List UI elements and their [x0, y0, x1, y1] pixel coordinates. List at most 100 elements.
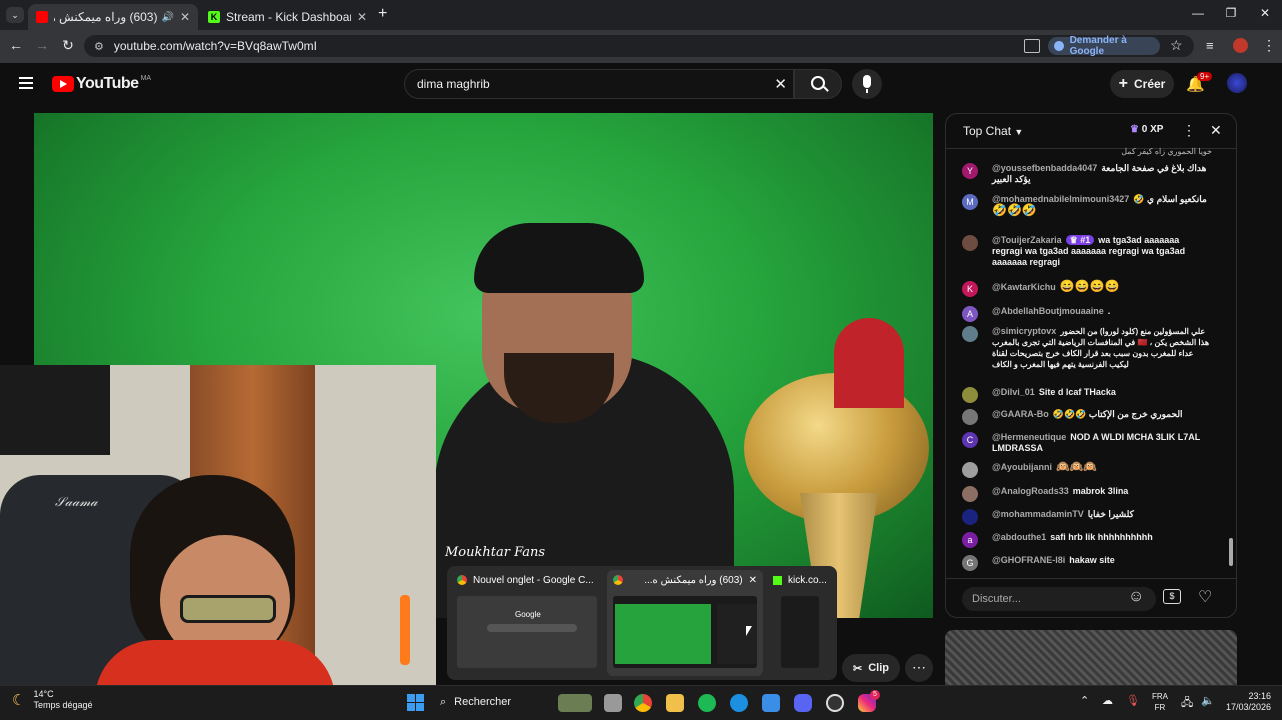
profile-avatar[interactable] [1233, 38, 1248, 53]
chat-scrollbar[interactable] [1229, 150, 1233, 574]
chat-author[interactable]: @Ayoubijanni [992, 462, 1052, 472]
language-code: FRA [1152, 692, 1168, 701]
language-indicator[interactable]: FRA FR [1152, 691, 1168, 713]
preview-title: Nouvel onglet - Google C... [473, 574, 594, 586]
ask-google-button[interactable]: Demander à Google [1048, 35, 1160, 57]
chat-mode-dropdown[interactable]: Top Chat ▼ [963, 124, 1023, 138]
network-icon[interactable]: 🖧 [1181, 694, 1193, 713]
account-avatar[interactable] [1227, 73, 1247, 93]
close-chat-icon[interactable]: ✕ [1210, 122, 1222, 139]
scissors-icon: ✂ [853, 662, 863, 675]
chat-input[interactable]: Discuter... [962, 587, 1156, 611]
cast-icon[interactable] [1024, 39, 1040, 53]
weather-widget[interactable]: ☾ 14°C Temps dégagé [12, 689, 93, 711]
notifications-button[interactable]: 🔔 9+ [1186, 72, 1213, 94]
new-tab-button[interactable]: + [378, 5, 394, 23]
next-panel [945, 630, 1237, 685]
start-button[interactable] [407, 694, 424, 711]
avatar: a [962, 532, 978, 548]
taskbar-search[interactable]: ⌕ Rechercher [434, 691, 554, 713]
bookmark-star-icon[interactable]: ☆ [1170, 37, 1183, 54]
chat-message: A @AbdellahBoutjmouaaine. [962, 306, 1212, 322]
preview-youtube[interactable]: (603) وراه ميمكنش ه... ✕ [607, 570, 763, 676]
emoji-icon[interactable]: ☺ [1128, 588, 1144, 606]
voice-search-button[interactable] [852, 69, 882, 99]
obs-icon[interactable] [826, 694, 844, 712]
live-chat-panel: Top Chat ▼ ♛ 0 XP ⋮ ✕ خويا الحموري زاه ك… [945, 113, 1237, 618]
close-window-icon[interactable]: ✕ [1250, 6, 1280, 24]
chat-author[interactable]: @GHOFRANE-l8i [992, 555, 1065, 565]
search-button[interactable] [794, 69, 842, 99]
site-info-icon[interactable]: ⚙ [94, 40, 104, 53]
discord-icon[interactable] [794, 694, 812, 712]
preview-kick[interactable]: kick.co... [767, 570, 833, 676]
clip-button[interactable]: ✂ Clip [842, 654, 900, 682]
chat-message: K @KawtarKichu 😄😄😄😄 [962, 279, 1212, 297]
youtube-favicon-icon [36, 11, 48, 23]
minimize-icon[interactable]: — [1183, 6, 1213, 24]
reading-list-icon[interactable]: ≡ [1206, 38, 1214, 53]
chat-text: 😄😄😄😄 [1059, 279, 1120, 293]
mic-tray-icon[interactable]: 🎙 [1126, 694, 1140, 707]
chat-message: @Ayoubijanni 🙉🙉🙉 [962, 462, 1212, 478]
edge-icon[interactable] [730, 694, 748, 712]
volume-icon[interactable]: 🔈 [1201, 694, 1215, 707]
close-tab-icon[interactable]: ✕ [180, 10, 190, 24]
avatar [962, 326, 978, 342]
restore-icon[interactable]: ❐ [1216, 6, 1246, 24]
hamburger-menu-icon[interactable] [19, 77, 33, 89]
back-icon[interactable]: ← [6, 37, 26, 55]
chat-author[interactable]: @TouijerZakaria [992, 235, 1062, 245]
chat-message: @GAARA-Bo 🤣🤣🤣 الحموري خرج من الإكتاب [962, 409, 1212, 425]
tab-search-button[interactable]: ⌄ [6, 7, 24, 23]
heart-icon[interactable]: ♡ [1198, 587, 1212, 607]
tab-kick-title: Stream - Kick Dashboard [226, 10, 351, 24]
youtube-logo[interactable]: YouTube MA [52, 75, 151, 93]
super-chat-icon[interactable]: $ [1163, 589, 1181, 604]
chat-author[interactable]: @AnalogRoads33 [992, 486, 1069, 496]
tab-youtube[interactable]: (603) وراه ميمكنش هذشي! ال 🔊 ✕ [28, 4, 198, 30]
avatar: Y [962, 163, 978, 179]
chat-author[interactable]: @GAARA-Bo [992, 409, 1049, 419]
store-icon[interactable] [762, 694, 780, 712]
chat-author[interactable]: @Dilvi_01 [992, 387, 1035, 397]
create-button[interactable]: + Créer [1110, 70, 1174, 98]
forward-icon[interactable]: → [32, 37, 52, 55]
clock[interactable]: 23:16 17/03/2026 [1221, 691, 1271, 713]
chat-author[interactable]: @youssefbenbadda4047 [992, 163, 1097, 173]
preview-title: (603) وراه ميمكنش ه... [644, 574, 743, 586]
chat-author[interactable]: @Hermeneutique [992, 432, 1066, 442]
close-tab-icon[interactable]: ✕ [357, 10, 367, 24]
microphone-icon [863, 75, 871, 88]
file-icon[interactable] [604, 694, 622, 712]
close-preview-icon[interactable]: ✕ [749, 575, 757, 586]
tray-chevron-icon[interactable]: ⌃ [1080, 694, 1089, 707]
clear-search-icon[interactable]: ✕ [774, 75, 787, 93]
chat-author[interactable]: @mohammadaminTV [992, 509, 1084, 519]
folder-icon[interactable] [666, 694, 684, 712]
game-icon[interactable] [558, 694, 592, 712]
chat-text: Site d lcaf THacka [1038, 387, 1116, 397]
reload-icon[interactable]: ↻ [58, 37, 78, 55]
ask-google-label: Demander à Google [1069, 35, 1127, 57]
chat-author[interactable]: @simicryptovx [992, 326, 1056, 336]
preview-new-tab[interactable]: Nouvel onglet - Google C... Google [451, 570, 603, 676]
chat-author[interactable]: @abdouthe1 [992, 532, 1046, 542]
chat-options-icon[interactable]: ⋮ [1182, 122, 1196, 139]
chat-message: @AnalogRoads33 mabrok 3lina [962, 486, 1212, 502]
xp-badge[interactable]: ♛ 0 XP [1130, 124, 1163, 135]
tab-kick-dashboard[interactable]: K Stream - Kick Dashboard ✕ [200, 4, 375, 30]
chat-author[interactable]: @KawtarKichu [992, 282, 1056, 292]
member-badge: ♛ #1 [1065, 235, 1095, 245]
chrome-taskbar-icon[interactable] [634, 694, 652, 712]
spotify-icon[interactable] [698, 694, 716, 712]
more-actions-icon[interactable]: ⋯ [905, 654, 933, 682]
google-lens-icon [1054, 41, 1064, 51]
speaker-icon[interactable]: 🔊 [161, 12, 173, 23]
cloud-icon[interactable]: ☁ [1102, 694, 1113, 707]
chrome-menu-icon[interactable]: ⋮ [1262, 37, 1276, 54]
chat-author[interactable]: @AbdellahBoutjmouaaine [992, 306, 1104, 316]
avatar [962, 409, 978, 425]
search-input[interactable]: dima maghrib ✕ [404, 69, 794, 99]
weather-desc: Temps dégagé [33, 700, 93, 710]
